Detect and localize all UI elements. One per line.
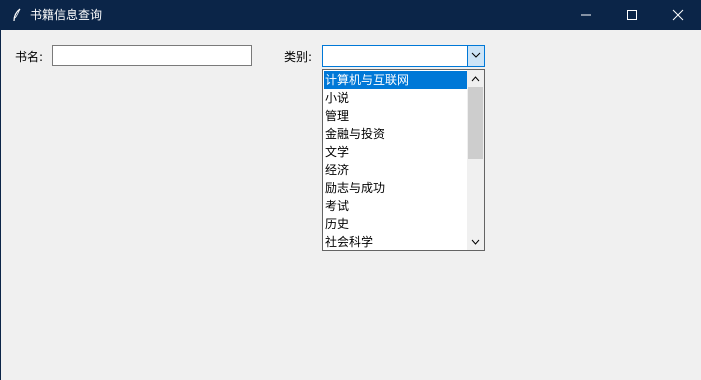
dropdown-option[interactable]: 考试 [324, 197, 467, 215]
feather-icon [12, 8, 22, 22]
minimize-button[interactable] [563, 0, 609, 30]
dropdown-option[interactable]: 小说 [324, 89, 467, 107]
dropdown-scrollbar[interactable] [467, 70, 484, 250]
maximize-button[interactable] [609, 0, 655, 30]
scroll-down-button[interactable] [467, 233, 484, 250]
chevron-down-icon [471, 239, 480, 245]
book-name-input[interactable] [52, 45, 252, 66]
category-combobox[interactable] [322, 45, 485, 67]
chevron-up-icon [471, 76, 480, 82]
dropdown-option[interactable]: 金融与投资 [324, 125, 467, 143]
scroll-thumb[interactable] [468, 87, 483, 159]
dropdown-option[interactable]: 历史 [324, 215, 467, 233]
dropdown-option[interactable]: 经济 [324, 161, 467, 179]
category-dropdown-button[interactable] [467, 46, 484, 66]
dropdown-option[interactable]: 管理 [324, 107, 467, 125]
dropdown-option[interactable]: 计算机与互联网 [324, 71, 467, 89]
window-title: 书籍信息查询 [30, 8, 103, 22]
chevron-down-icon [471, 52, 481, 58]
minimize-icon [581, 14, 591, 16]
dropdown-option[interactable]: 励志与成功 [324, 179, 467, 197]
close-button[interactable] [655, 0, 701, 30]
scroll-up-button[interactable] [467, 70, 484, 87]
title-bar: 书籍信息查询 [0, 0, 701, 30]
client-area: 书名: 类别: 计算机与互联网 小说 管理 金融与投资 文学 经济 励志与成功 考试 历史 社会科… [0, 30, 701, 380]
dropdown-option[interactable]: 社会科学 [324, 233, 467, 251]
category-dropdown-list[interactable]: 计算机与互联网 小说 管理 金融与投资 文学 经济 励志与成功 考试 历史 社会科学 [322, 69, 485, 251]
maximize-icon [627, 10, 637, 20]
category-label: 类别: [284, 50, 313, 64]
dropdown-option[interactable]: 文学 [324, 143, 467, 161]
close-icon [672, 9, 684, 21]
book-name-label: 书名: [15, 50, 44, 64]
